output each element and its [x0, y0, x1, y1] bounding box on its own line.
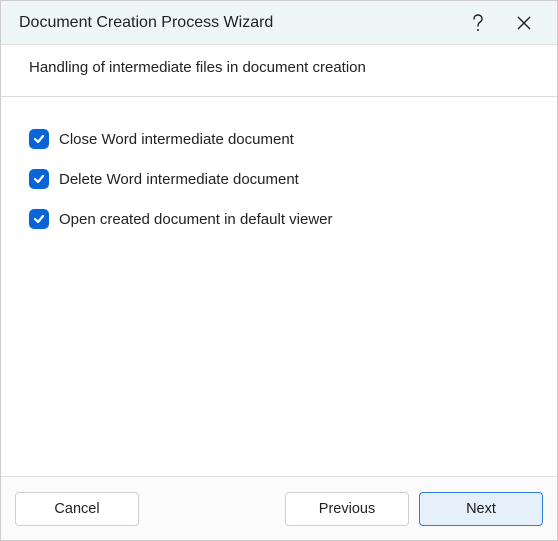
option-label: Delete Word intermediate document: [59, 171, 299, 188]
page-subtitle: Handling of intermediate files in docume…: [29, 59, 529, 76]
header-area: Handling of intermediate files in docume…: [1, 45, 557, 97]
checkmark-icon: [32, 212, 46, 226]
checkbox-delete-word[interactable]: [29, 169, 49, 189]
checkbox-close-word[interactable]: [29, 129, 49, 149]
close-button[interactable]: [501, 1, 547, 45]
next-button[interactable]: Next: [419, 492, 543, 526]
help-icon: [472, 14, 484, 32]
previous-button[interactable]: Previous: [285, 492, 409, 526]
option-delete-word: Delete Word intermediate document: [29, 169, 529, 189]
option-close-word: Close Word intermediate document: [29, 129, 529, 149]
option-open-viewer: Open created document in default viewer: [29, 209, 529, 229]
close-icon: [517, 16, 531, 30]
titlebar: Document Creation Process Wizard: [1, 1, 557, 45]
option-label: Close Word intermediate document: [59, 131, 294, 148]
help-button[interactable]: [455, 1, 501, 45]
checkbox-open-viewer[interactable]: [29, 209, 49, 229]
footer: Cancel Previous Next: [1, 476, 557, 540]
content-area: Close Word intermediate document Delete …: [1, 97, 557, 476]
checkmark-icon: [32, 172, 46, 186]
dialog-title: Document Creation Process Wizard: [19, 14, 455, 32]
cancel-button[interactable]: Cancel: [15, 492, 139, 526]
wizard-dialog: Document Creation Process Wizard Handlin…: [0, 0, 558, 541]
option-label: Open created document in default viewer: [59, 211, 333, 228]
checkmark-icon: [32, 132, 46, 146]
